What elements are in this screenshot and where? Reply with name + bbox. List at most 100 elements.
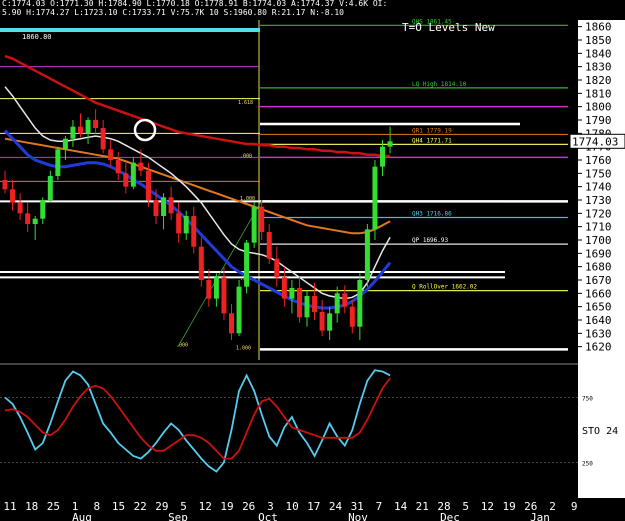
y-tick-label: 1850 xyxy=(585,34,612,47)
level-label: QH4 1771.71 xyxy=(412,137,452,144)
x-tick-label: 15 xyxy=(112,500,125,513)
candle-body xyxy=(364,229,370,280)
y-tick-label: 1680 xyxy=(585,261,612,274)
candle-body xyxy=(40,200,46,219)
candle xyxy=(251,202,257,248)
candle-body xyxy=(206,280,212,299)
x-tick-label: 17 xyxy=(307,500,320,513)
candle-body xyxy=(62,138,68,150)
candle-body xyxy=(357,280,363,327)
level-label: LQ High 1814.10 xyxy=(412,81,467,88)
x-tick-label: 9 xyxy=(571,500,578,513)
candle-body xyxy=(115,160,121,174)
top-cyan-band xyxy=(0,28,260,32)
level-label: QP 1696.93 xyxy=(412,237,449,244)
y-tick-label: 1860 xyxy=(585,21,612,34)
candle-body xyxy=(236,286,242,334)
candle xyxy=(55,146,61,180)
candle-body xyxy=(327,313,333,331)
header-line-2: 5.90 H:1774.27 L:1723.10 C:1733.71 V:75.… xyxy=(2,8,344,17)
candle-body xyxy=(229,313,234,334)
candle-body xyxy=(2,180,8,190)
y-tick-label: 1700 xyxy=(585,234,612,247)
level-label: QR1 1779.19 xyxy=(412,127,452,134)
y-tick-label: 1650 xyxy=(585,301,612,314)
candle-body xyxy=(32,218,38,224)
candle xyxy=(236,280,242,336)
x-tick-label: 12 xyxy=(481,500,494,513)
candle-body xyxy=(17,202,23,214)
y-tick-label: 1800 xyxy=(585,101,612,114)
x-tick-label: 26 xyxy=(242,500,255,513)
x-month-label: Jan xyxy=(530,511,550,521)
x-tick-label: 14 xyxy=(394,500,408,513)
y-tick-label: 1690 xyxy=(585,247,612,260)
candle-body xyxy=(296,288,302,318)
candle xyxy=(364,224,370,287)
x-tick-label: 5 xyxy=(462,500,469,513)
sto-name: STO 24 xyxy=(582,426,618,437)
candle-body xyxy=(221,277,227,314)
candle-body xyxy=(191,216,197,247)
fib-label: 1.618 xyxy=(238,100,253,106)
x-tick-label: 2 xyxy=(549,500,556,513)
last-price-label: 1774.03 xyxy=(572,135,618,148)
x-tick-label: 24 xyxy=(329,500,343,513)
x-tick-label: 12 xyxy=(199,500,212,513)
price-chart: QHS 1861.45LQ High 1814.10QR1 1779.19QH4… xyxy=(0,0,625,521)
fib-label: .000 xyxy=(176,343,188,349)
candle-body xyxy=(10,189,16,203)
candle-body xyxy=(251,206,257,243)
candle-body xyxy=(168,197,174,214)
candle-body xyxy=(153,200,159,216)
x-month-label: Aug xyxy=(72,511,92,521)
x-tick-label: 7 xyxy=(376,500,383,513)
y-tick-label: 1730 xyxy=(585,194,612,207)
fib-label: 1.000 xyxy=(240,196,255,202)
chart-background xyxy=(0,0,625,521)
x-month-label: Oct xyxy=(258,511,278,521)
candle-body xyxy=(47,176,53,200)
header-tag: 1860.80 xyxy=(22,33,52,41)
candle-body xyxy=(198,246,204,280)
chart-title: T=O Levels New xyxy=(402,21,495,34)
x-month-label: Dec xyxy=(440,511,460,521)
candle-body xyxy=(387,141,393,147)
y-tick-label: 1630 xyxy=(585,327,612,340)
candle-body xyxy=(304,296,310,318)
y-tick-label: 1660 xyxy=(585,287,612,300)
candle-body xyxy=(130,162,136,187)
y-tick-label: 1710 xyxy=(585,221,612,234)
candle-body xyxy=(266,232,272,259)
y-tick-label: 1670 xyxy=(585,274,612,287)
y-tick-label: 1790 xyxy=(585,114,612,127)
y-tick-label: 1640 xyxy=(585,314,612,327)
candle-body xyxy=(55,149,61,176)
candle-body xyxy=(123,173,129,187)
candle-body xyxy=(213,277,219,299)
candle-body xyxy=(289,288,295,299)
y-tick-label: 1720 xyxy=(585,207,612,220)
time-axis[interactable]: 11 18 25 1 8 15 22 29 5 12 19 26 3 10 17 24 31 7 14 21 28 5 12… xyxy=(0,498,625,521)
sto-level-label: 250 xyxy=(582,461,593,468)
level-label: QH3 1716.86 xyxy=(412,211,452,218)
x-tick-label: 10 xyxy=(285,500,298,513)
y-tick-label: 1740 xyxy=(585,181,612,194)
fib-label: 1.000 xyxy=(236,345,251,351)
y-tick-label: 1830 xyxy=(585,61,612,74)
sto-level-label: 750 xyxy=(582,396,593,403)
candle-body xyxy=(93,120,99,128)
header-line-1: C:1774.03 O:1771.30 H:1784.90 L:1770.18 … xyxy=(2,0,387,8)
y-tick-label: 1810 xyxy=(585,87,612,100)
y-tick-label: 1760 xyxy=(585,154,612,167)
candle-body xyxy=(161,197,167,216)
candle-body xyxy=(372,166,378,230)
candle-body xyxy=(176,213,182,234)
price-axis[interactable]: 1620163016401650166016701680169017001710… xyxy=(569,20,625,498)
y-tick-label: 1820 xyxy=(585,74,612,87)
x-tick-label: 11 xyxy=(3,500,16,513)
x-tick-label: 19 xyxy=(502,500,515,513)
x-tick-label: 18 xyxy=(25,500,38,513)
level-label: Q RollOver 1662.02 xyxy=(412,284,477,291)
candle-body xyxy=(25,213,31,224)
